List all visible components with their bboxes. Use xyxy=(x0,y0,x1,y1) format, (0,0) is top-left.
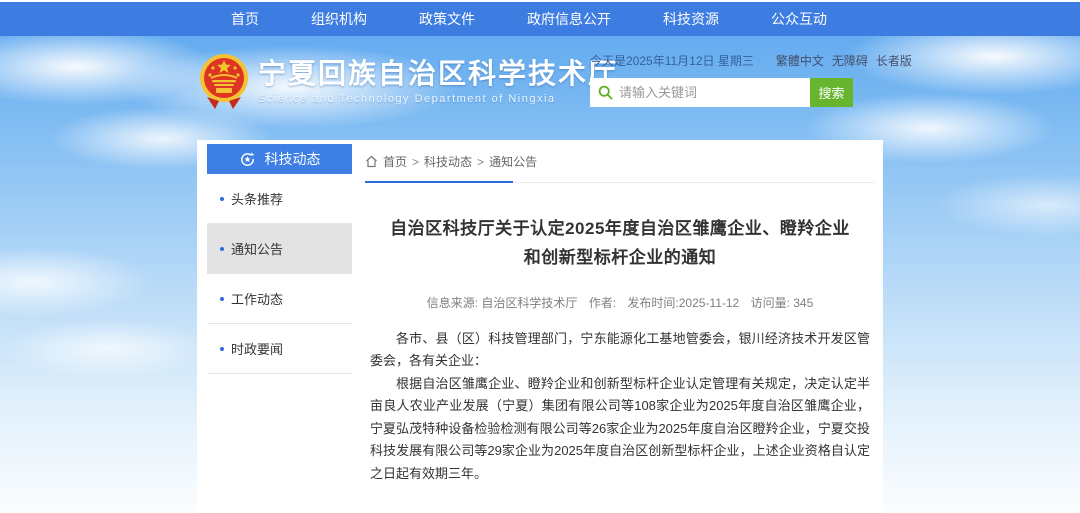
meta-source: 信息来源: 自治区科学技术厅 xyxy=(427,296,578,310)
article-paragraph: 各市、县（区）科技管理部门，宁东能源化工基地管委会，银川经济技术开发区管委会，各… xyxy=(370,328,870,373)
sidebar: 科技动态 头条推荐 通知公告 工作动态 时政要闻 xyxy=(207,144,352,513)
home-icon xyxy=(365,155,378,168)
sidebar-item-headlines[interactable]: 头条推荐 xyxy=(207,174,352,224)
meta-publish-time: 发布时间:2025-11-12 xyxy=(627,296,739,310)
nav-item-gov-info[interactable]: 政府信息公开 xyxy=(527,9,611,29)
sidebar-item-politics-news[interactable]: 时政要闻 xyxy=(207,324,352,374)
sci-news-icon xyxy=(239,151,256,168)
bullet-icon xyxy=(220,197,224,201)
search-icon xyxy=(598,85,613,100)
accessibility-link[interactable]: 无障碍 xyxy=(832,52,868,69)
current-date: 今天是2025年11月12日 星期三 xyxy=(590,52,754,69)
search-box xyxy=(590,78,810,107)
article-title: 自治区科技厅关于认定2025年度自治区雏鹰企业、瞪羚企业 和创新型标杆企业的通知 xyxy=(365,215,875,273)
breadcrumb-separator: > xyxy=(412,155,419,169)
breadcrumb-current: 通知公告 xyxy=(489,153,537,170)
site-name: 宁夏回族自治区科学技术厅 xyxy=(258,59,618,90)
meta-author: 作者: xyxy=(589,296,616,310)
search-input[interactable] xyxy=(619,85,802,100)
nav-item-sci-resources[interactable]: 科技资源 xyxy=(663,9,719,29)
article-section: 首页 > 科技动态 > 通知公告 自治区科技厅关于认定2025年度自治区雏鹰企业… xyxy=(365,144,875,513)
nav-item-organization[interactable]: 组织机构 xyxy=(311,9,367,29)
article-paragraph: 根据自治区雏鹰企业、瞪羚企业和创新型标杆企业认定管理有关规定，决定认定半亩良人农… xyxy=(370,373,870,486)
search-button[interactable]: 搜索 xyxy=(810,78,853,107)
nav-item-public-interaction[interactable]: 公众互动 xyxy=(771,9,827,29)
breadcrumb: 首页 > 科技动态 > 通知公告 xyxy=(365,144,875,183)
national-emblem-icon xyxy=(199,53,249,111)
main-content-panel: 科技动态 头条推荐 通知公告 工作动态 时政要闻 首页 > 科技动态 > 通 xyxy=(197,140,883,513)
meta-visits: 访问量: 345 xyxy=(751,296,814,310)
traditional-chinese-link[interactable]: 繁體中文 xyxy=(776,52,824,69)
bullet-icon xyxy=(220,247,224,251)
breadcrumb-home[interactable]: 首页 xyxy=(383,153,407,170)
sidebar-item-work-news[interactable]: 工作动态 xyxy=(207,274,352,324)
bullet-icon xyxy=(220,297,224,301)
site-header: 宁夏回族自治区科学技术厅 Science and Technology Depa… xyxy=(197,36,883,140)
site-name-english: Science and Technology Department of Nin… xyxy=(258,93,618,105)
site-logo[interactable]: 宁夏回族自治区科学技术厅 Science and Technology Depa… xyxy=(199,53,618,111)
top-navigation: 首页 组织机构 政策文件 政府信息公开 科技资源 公众互动 xyxy=(0,2,1080,36)
breadcrumb-active-underline xyxy=(365,181,513,183)
breadcrumb-separator: > xyxy=(477,155,484,169)
sidebar-header: 科技动态 xyxy=(207,144,352,174)
breadcrumb-section[interactable]: 科技动态 xyxy=(424,153,472,170)
article-body: 各市、县（区）科技管理部门，宁东能源化工基地管委会，银川经济技术开发区管委会，各… xyxy=(365,328,875,486)
sidebar-title: 科技动态 xyxy=(265,149,321,169)
nav-item-home[interactable]: 首页 xyxy=(231,9,259,29)
bullet-icon xyxy=(220,347,224,351)
elder-version-link[interactable]: 长者版 xyxy=(876,52,912,69)
nav-item-policy[interactable]: 政策文件 xyxy=(419,9,475,29)
sidebar-item-notices[interactable]: 通知公告 xyxy=(207,224,352,274)
article-meta: 信息来源: 自治区科学技术厅 作者: 发布时间:2025-11-12 访问量: … xyxy=(365,294,875,311)
